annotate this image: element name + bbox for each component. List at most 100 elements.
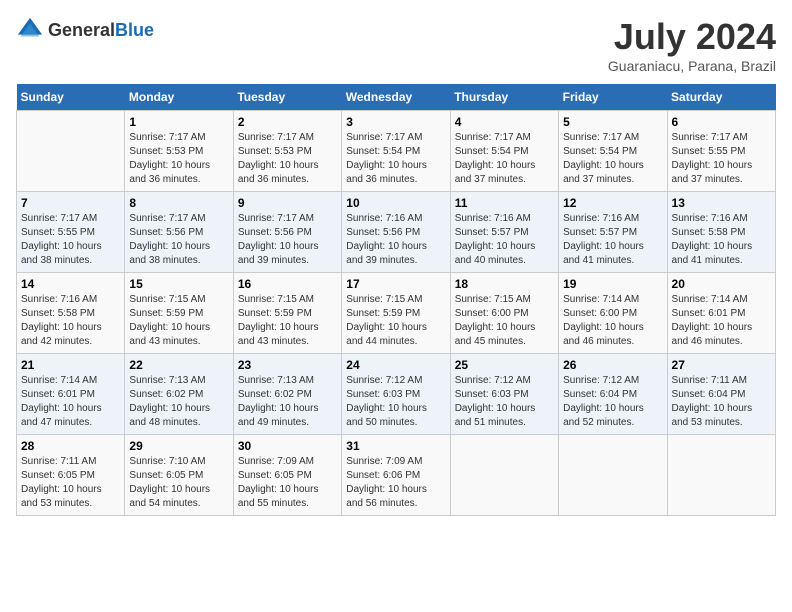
logo-text: GeneralBlue: [48, 20, 154, 41]
header-row: SundayMondayTuesdayWednesdayThursdayFrid…: [17, 84, 776, 111]
header-cell-monday: Monday: [125, 84, 233, 111]
calendar-cell: 30 Sunrise: 7:09 AM Sunset: 6:05 PM Dayli…: [233, 435, 341, 516]
day-info: Sunrise: 7:16 AM Sunset: 5:58 PM Dayligh…: [21, 293, 120, 349]
calendar-cell: [667, 435, 775, 516]
logo-blue: Blue: [115, 20, 154, 40]
day-info: Sunrise: 7:09 AM Sunset: 6:06 PM Dayligh…: [346, 455, 445, 511]
calendar-cell: 13 Sunrise: 7:16 AM Sunset: 5:58 PM Dayli…: [667, 192, 775, 273]
day-info: Sunrise: 7:13 AM Sunset: 6:02 PM Dayligh…: [238, 374, 337, 430]
day-number: 3: [346, 115, 445, 129]
day-info: Sunrise: 7:16 AM Sunset: 5:57 PM Dayligh…: [563, 212, 662, 268]
calendar-week-3: 14 Sunrise: 7:16 AM Sunset: 5:58 PM Dayli…: [17, 273, 776, 354]
calendar-cell: 5Sunrise: 7:17 AM Sunset: 5:54 PM Daylig…: [559, 111, 667, 192]
calendar-header: SundayMondayTuesdayWednesdayThursdayFrid…: [17, 84, 776, 111]
header-cell-sunday: Sunday: [17, 84, 125, 111]
day-number: 18: [455, 277, 554, 291]
calendar-cell: [17, 111, 125, 192]
calendar-cell: 27 Sunrise: 7:11 AM Sunset: 6:04 PM Dayli…: [667, 354, 775, 435]
calendar-cell: 29Sunrise: 7:10 AM Sunset: 6:05 PM Dayli…: [125, 435, 233, 516]
calendar-cell: 26 Sunrise: 7:12 AM Sunset: 6:04 PM Dayli…: [559, 354, 667, 435]
calendar-cell: 22 Sunrise: 7:13 AM Sunset: 6:02 PM Dayli…: [125, 354, 233, 435]
calendar-cell: 15 Sunrise: 7:15 AM Sunset: 5:59 PM Dayli…: [125, 273, 233, 354]
day-number: 1: [129, 115, 228, 129]
day-info: Sunrise: 7:17 AM Sunset: 5:56 PM Dayligh…: [129, 212, 228, 268]
day-info: Sunrise: 7:17 AM Sunset: 5:56 PM Dayligh…: [238, 212, 337, 268]
header-cell-friday: Friday: [559, 84, 667, 111]
day-info: Sunrise: 7:15 AM Sunset: 6:00 PM Dayligh…: [455, 293, 554, 349]
header-cell-saturday: Saturday: [667, 84, 775, 111]
day-info: Sunrise: 7:15 AM Sunset: 5:59 PM Dayligh…: [129, 293, 228, 349]
day-info: Sunrise: 7:13 AM Sunset: 6:02 PM Dayligh…: [129, 374, 228, 430]
day-info: Sunrise: 7:09 AM Sunset: 6:05 PM Dayligh…: [238, 455, 337, 511]
header-cell-tuesday: Tuesday: [233, 84, 341, 111]
day-number: 9: [238, 196, 337, 210]
day-number: 10: [346, 196, 445, 210]
day-number: 28: [21, 439, 120, 453]
day-info: Sunrise: 7:17 AM Sunset: 5:54 PM Dayligh…: [455, 131, 554, 187]
day-number: 12: [563, 196, 662, 210]
logo: GeneralBlue: [16, 16, 154, 44]
calendar-cell: 6 Sunrise: 7:17 AM Sunset: 5:55 PM Daylig…: [667, 111, 775, 192]
calendar-location: Guaraniacu, Parana, Brazil: [608, 58, 776, 74]
day-info: Sunrise: 7:16 AM Sunset: 5:57 PM Dayligh…: [455, 212, 554, 268]
day-number: 6: [672, 115, 771, 129]
calendar-cell: [559, 435, 667, 516]
title-block: July 2024 Guaraniacu, Parana, Brazil: [608, 16, 776, 74]
calendar-cell: 10 Sunrise: 7:16 AM Sunset: 5:56 PM Dayli…: [342, 192, 450, 273]
day-number: 13: [672, 196, 771, 210]
day-info: Sunrise: 7:14 AM Sunset: 6:01 PM Dayligh…: [672, 293, 771, 349]
calendar-cell: 24Sunrise: 7:12 AM Sunset: 6:03 PM Dayli…: [342, 354, 450, 435]
calendar-cell: 7Sunrise: 7:17 AM Sunset: 5:55 PM Daylig…: [17, 192, 125, 273]
day-info: Sunrise: 7:11 AM Sunset: 6:04 PM Dayligh…: [672, 374, 771, 430]
day-number: 16: [238, 277, 337, 291]
calendar-week-4: 21Sunrise: 7:14 AM Sunset: 6:01 PM Dayli…: [17, 354, 776, 435]
day-info: Sunrise: 7:17 AM Sunset: 5:54 PM Dayligh…: [346, 131, 445, 187]
day-info: Sunrise: 7:16 AM Sunset: 5:58 PM Dayligh…: [672, 212, 771, 268]
calendar-table: SundayMondayTuesdayWednesdayThursdayFrid…: [16, 84, 776, 516]
calendar-cell: 17Sunrise: 7:15 AM Sunset: 5:59 PM Dayli…: [342, 273, 450, 354]
day-number: 26: [563, 358, 662, 372]
day-number: 11: [455, 196, 554, 210]
day-info: Sunrise: 7:17 AM Sunset: 5:53 PM Dayligh…: [238, 131, 337, 187]
day-number: 8: [129, 196, 228, 210]
calendar-cell: 20Sunrise: 7:14 AM Sunset: 6:01 PM Dayli…: [667, 273, 775, 354]
calendar-cell: 18 Sunrise: 7:15 AM Sunset: 6:00 PM Dayli…: [450, 273, 558, 354]
logo-icon: [16, 16, 44, 44]
day-info: Sunrise: 7:15 AM Sunset: 5:59 PM Dayligh…: [346, 293, 445, 349]
day-number: 4: [455, 115, 554, 129]
day-number: 5: [563, 115, 662, 129]
day-info: Sunrise: 7:12 AM Sunset: 6:03 PM Dayligh…: [346, 374, 445, 430]
day-info: Sunrise: 7:12 AM Sunset: 6:04 PM Dayligh…: [563, 374, 662, 430]
calendar-cell: 14 Sunrise: 7:16 AM Sunset: 5:58 PM Dayli…: [17, 273, 125, 354]
day-number: 25: [455, 358, 554, 372]
calendar-title: July 2024: [608, 16, 776, 58]
calendar-cell: 16 Sunrise: 7:15 AM Sunset: 5:59 PM Dayli…: [233, 273, 341, 354]
page-header: GeneralBlue July 2024 Guaraniacu, Parana…: [16, 16, 776, 74]
day-number: 31: [346, 439, 445, 453]
day-info: Sunrise: 7:17 AM Sunset: 5:55 PM Dayligh…: [672, 131, 771, 187]
day-number: 14: [21, 277, 120, 291]
calendar-cell: 9 Sunrise: 7:17 AM Sunset: 5:56 PM Daylig…: [233, 192, 341, 273]
calendar-cell: 23 Sunrise: 7:13 AM Sunset: 6:02 PM Dayli…: [233, 354, 341, 435]
day-number: 15: [129, 277, 228, 291]
calendar-cell: 21Sunrise: 7:14 AM Sunset: 6:01 PM Dayli…: [17, 354, 125, 435]
day-info: Sunrise: 7:16 AM Sunset: 5:56 PM Dayligh…: [346, 212, 445, 268]
calendar-cell: [450, 435, 558, 516]
header-cell-wednesday: Wednesday: [342, 84, 450, 111]
calendar-cell: 12 Sunrise: 7:16 AM Sunset: 5:57 PM Dayli…: [559, 192, 667, 273]
calendar-cell: 8 Sunrise: 7:17 AM Sunset: 5:56 PM Daylig…: [125, 192, 233, 273]
day-number: 30: [238, 439, 337, 453]
day-number: 27: [672, 358, 771, 372]
day-info: Sunrise: 7:11 AM Sunset: 6:05 PM Dayligh…: [21, 455, 120, 511]
day-info: Sunrise: 7:15 AM Sunset: 5:59 PM Dayligh…: [238, 293, 337, 349]
day-number: 7: [21, 196, 120, 210]
calendar-cell: 1 Sunrise: 7:17 AM Sunset: 5:53 PM Daylig…: [125, 111, 233, 192]
calendar-cell: 4 Sunrise: 7:17 AM Sunset: 5:54 PM Daylig…: [450, 111, 558, 192]
day-number: 22: [129, 358, 228, 372]
calendar-cell: 31 Sunrise: 7:09 AM Sunset: 6:06 PM Dayli…: [342, 435, 450, 516]
day-info: Sunrise: 7:17 AM Sunset: 5:53 PM Dayligh…: [129, 131, 228, 187]
header-cell-thursday: Thursday: [450, 84, 558, 111]
day-number: 23: [238, 358, 337, 372]
day-number: 2: [238, 115, 337, 129]
calendar-cell: 19Sunrise: 7:14 AM Sunset: 6:00 PM Dayli…: [559, 273, 667, 354]
